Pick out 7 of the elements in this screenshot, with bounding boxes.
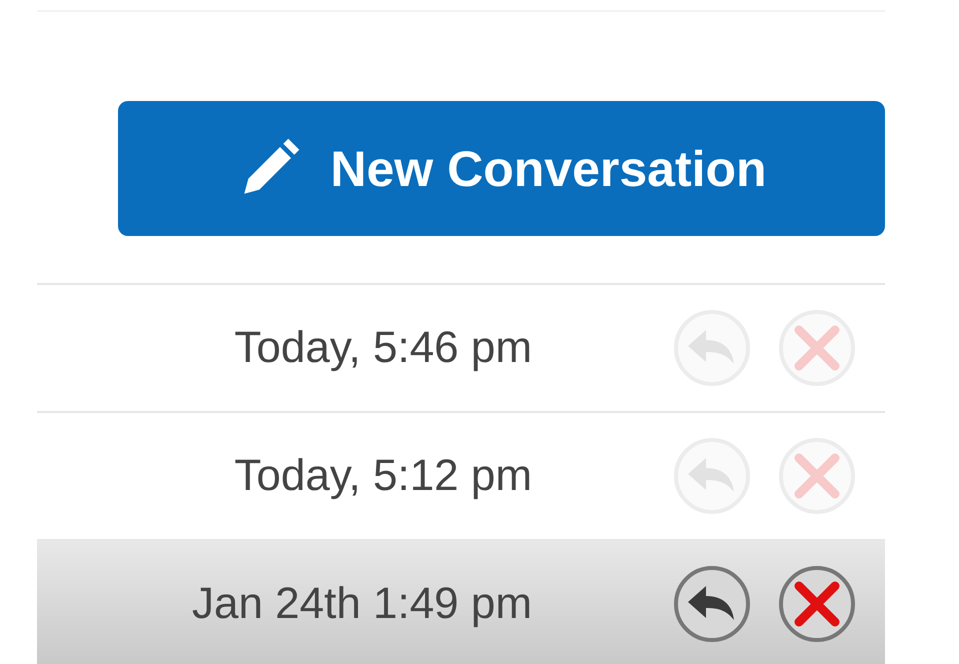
conversation-time: Today, 5:46 pm: [234, 323, 532, 373]
close-icon[interactable]: [777, 564, 857, 644]
conversation-time: Jan 24th 1:49 pm: [192, 579, 532, 629]
reply-icon[interactable]: [672, 564, 752, 644]
conversation-time: Today, 5:12 pm: [234, 451, 532, 501]
new-conversation-button[interactable]: New Conversation: [118, 101, 885, 236]
highlighted-conversation-row[interactable]: Jan 24th 1:49 pm: [37, 541, 885, 664]
